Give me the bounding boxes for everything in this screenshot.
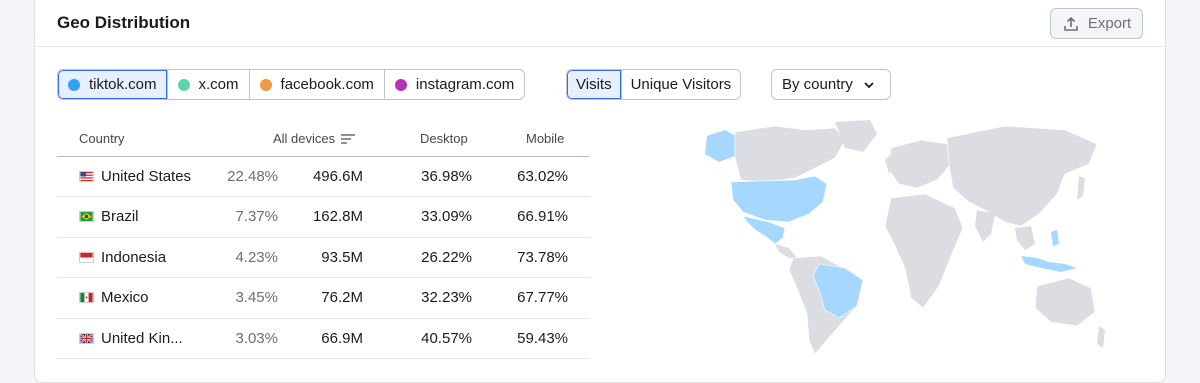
domain-label: instagram.com	[415, 76, 515, 93]
africa-region[interactable]	[884, 193, 964, 309]
desktop-value: 36.98%	[421, 168, 472, 185]
col-country: Country	[79, 131, 125, 146]
sort-icon	[341, 133, 356, 144]
domain-label: tiktok.com	[89, 76, 157, 93]
card-title: Geo Distribution	[57, 13, 191, 32]
indonesia-region[interactable]	[1021, 256, 1077, 272]
col-mobile: Mobile	[526, 131, 565, 146]
country-name: Indonesia	[101, 248, 167, 266]
br-flag-icon	[79, 211, 94, 223]
country-cell: Indonesia	[79, 249, 166, 266]
desktop-value: 33.09%	[421, 208, 472, 226]
desktop-value: 26.22%	[421, 248, 472, 266]
domain-label: x.com	[198, 76, 239, 93]
domain-color-dot	[394, 78, 407, 91]
country-cell: Mexico	[79, 289, 149, 306]
country-name: Brazil	[101, 208, 139, 226]
new-zealand-region[interactable]	[1097, 326, 1105, 348]
visits-toggle[interactable]: Visits	[567, 70, 621, 99]
domain-color-dot	[259, 78, 272, 91]
table-header: Country All devices Desktop Mobile	[57, 118, 590, 157]
id-flag-icon	[79, 251, 94, 263]
domain-tab-facebook[interactable]: facebook.com	[248, 70, 384, 99]
chevron-down-icon	[864, 81, 874, 88]
export-button[interactable]: Export	[1050, 8, 1143, 39]
domain-tab-x[interactable]: x.com	[166, 70, 249, 99]
japan-region[interactable]	[1077, 176, 1085, 200]
country-name: United Kin...	[101, 329, 183, 347]
export-icon	[1064, 16, 1078, 31]
domain-tab-tiktok[interactable]: tiktok.com	[58, 70, 167, 99]
domain-color-dot	[177, 78, 190, 91]
col-all-devices-label: All devices	[273, 131, 336, 146]
country-name: United States	[101, 168, 192, 185]
asia-region[interactable]	[946, 125, 1098, 227]
share-value: 7.37%	[235, 208, 278, 226]
world-map[interactable]	[685, 118, 1105, 358]
us-flag-icon	[79, 171, 94, 182]
australia-region[interactable]	[1034, 277, 1096, 327]
canada-region[interactable]	[734, 125, 846, 183]
all-devices-value: 162.8M	[312, 208, 363, 226]
domain-tab-instagram[interactable]: instagram.com	[383, 70, 524, 99]
country-table: Country All devices Desktop Mobile Unite…	[57, 118, 590, 359]
country-cell: United States	[79, 168, 191, 185]
desktop-value: 40.57%	[421, 329, 472, 347]
mx-flag-icon	[79, 292, 94, 304]
domain-label: facebook.com	[280, 76, 374, 93]
philippines-region[interactable]	[1051, 230, 1059, 246]
table-row[interactable]: Brazil 7.37% 162.8M 33.09% 66.91%	[57, 197, 590, 238]
group-by-dropdown[interactable]: By country	[771, 69, 891, 100]
table-row[interactable]: United States 22.48% 496.6M 36.98% 63.02…	[57, 157, 590, 198]
mobile-value: 66.91%	[517, 208, 568, 226]
country-name: Mexico	[101, 289, 149, 307]
share-value: 3.03%	[235, 329, 278, 347]
share-value: 3.45%	[235, 289, 278, 307]
all-devices-value: 496.6M	[312, 168, 363, 185]
india-region[interactable]	[975, 210, 995, 242]
metric-toggle: Visits Unique Visitors	[566, 69, 742, 100]
controls-bar: tiktok.com x.com facebook.com instagram.…	[57, 69, 1157, 101]
domain-color-dot	[68, 78, 80, 91]
share-value: 22.48%	[227, 168, 278, 185]
all-devices-value: 76.2M	[321, 289, 363, 307]
geo-distribution-card: Geo Distribution Export tiktok.com x.com…	[34, 0, 1166, 383]
country-cell: United Kin...	[79, 330, 183, 347]
col-desktop: Desktop	[420, 131, 468, 146]
card-header: Geo Distribution Export	[35, 0, 1165, 47]
mobile-value: 63.02%	[517, 168, 568, 185]
southeast-asia-region[interactable]	[1015, 226, 1035, 250]
europe-region[interactable]	[888, 139, 952, 189]
desktop-value: 32.23%	[421, 289, 472, 307]
col-all-devices[interactable]: All devices	[273, 131, 356, 146]
central-america-region[interactable]	[775, 244, 797, 258]
mobile-value: 67.77%	[517, 289, 568, 307]
mobile-value: 73.78%	[517, 248, 568, 266]
alaska-region[interactable]	[705, 130, 739, 162]
all-devices-value: 66.9M	[321, 329, 363, 347]
export-label: Export	[1087, 15, 1132, 32]
domain-selector: tiktok.com x.com facebook.com instagram.…	[57, 69, 526, 100]
table-row[interactable]: United Kin... 3.03% 66.9M 40.57% 59.43%	[57, 319, 590, 359]
gb-flag-icon	[79, 332, 94, 344]
table-row[interactable]: Indonesia 4.23% 93.5M 26.22% 73.78%	[57, 238, 590, 279]
usa-region[interactable]	[730, 175, 828, 223]
country-cell: Brazil	[79, 208, 139, 225]
unique-visitors-toggle[interactable]: Unique Visitors	[620, 70, 741, 99]
all-devices-value: 93.5M	[321, 248, 363, 266]
dropdown-value: By country	[782, 76, 853, 93]
share-value: 4.23%	[235, 248, 278, 266]
mobile-value: 59.43%	[517, 329, 568, 347]
table-row[interactable]: Mexico 3.45% 76.2M 32.23% 67.77%	[57, 278, 590, 319]
